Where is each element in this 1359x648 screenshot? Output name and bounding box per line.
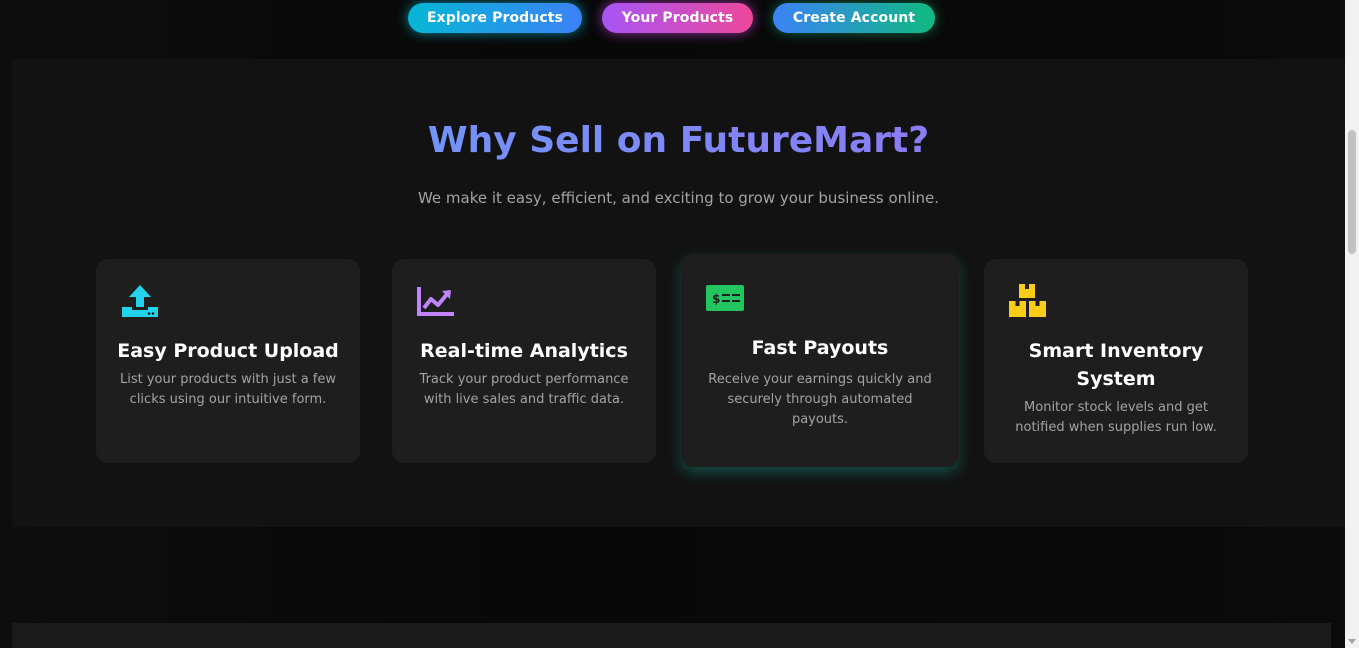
feature-card-analytics: Real-time Analytics Track your product p… [392, 259, 656, 463]
create-account-button[interactable]: Create Account [773, 3, 935, 33]
feature-title: Fast Payouts [751, 337, 889, 359]
feature-description: Monitor stock levels and get notified wh… [1015, 400, 1217, 435]
why-sell-section: Why Sell on FutureMart? We make it easy,… [12, 59, 1345, 527]
scrollbar[interactable] [1345, 0, 1359, 648]
feature-description: Track your product performance with live… [419, 372, 629, 407]
scrollbar-thumb[interactable] [1348, 130, 1356, 254]
svg-text:$: $ [712, 292, 720, 306]
feature-title: Smart Inventory System [1028, 340, 1204, 390]
chart-line-icon [417, 287, 454, 316]
your-products-button[interactable]: Your Products [602, 3, 753, 33]
page: Explore Products Your Products Create Ac… [0, 0, 1359, 648]
boxes-icon [1009, 284, 1046, 317]
feature-description: List your products with just a few click… [120, 372, 336, 407]
feature-card-payouts: $ Fast Payouts Receive your earnings qui… [681, 254, 959, 467]
feature-title: Real-time Analytics [420, 340, 628, 362]
next-section [12, 623, 1331, 648]
feature-card-inventory: Smart Inventory System Monitor stock lev… [984, 259, 1248, 463]
explore-products-button[interactable]: Explore Products [408, 3, 582, 33]
section-subtitle: We make it easy, efficient, and exciting… [417, 189, 940, 207]
section-title: Why Sell on FutureMart? [12, 120, 1345, 161]
scroll-down-icon[interactable] [1348, 639, 1356, 644]
feature-card-upload: Easy Product Upload List your products w… [96, 259, 360, 463]
top-nav: Explore Products Your Products Create Ac… [0, 2, 1345, 34]
feature-description: Receive your earnings quickly and secure… [708, 372, 932, 427]
feature-title: Easy Product Upload [117, 340, 339, 362]
money-bill-icon: $ [706, 285, 744, 311]
upload-icon [122, 285, 158, 317]
